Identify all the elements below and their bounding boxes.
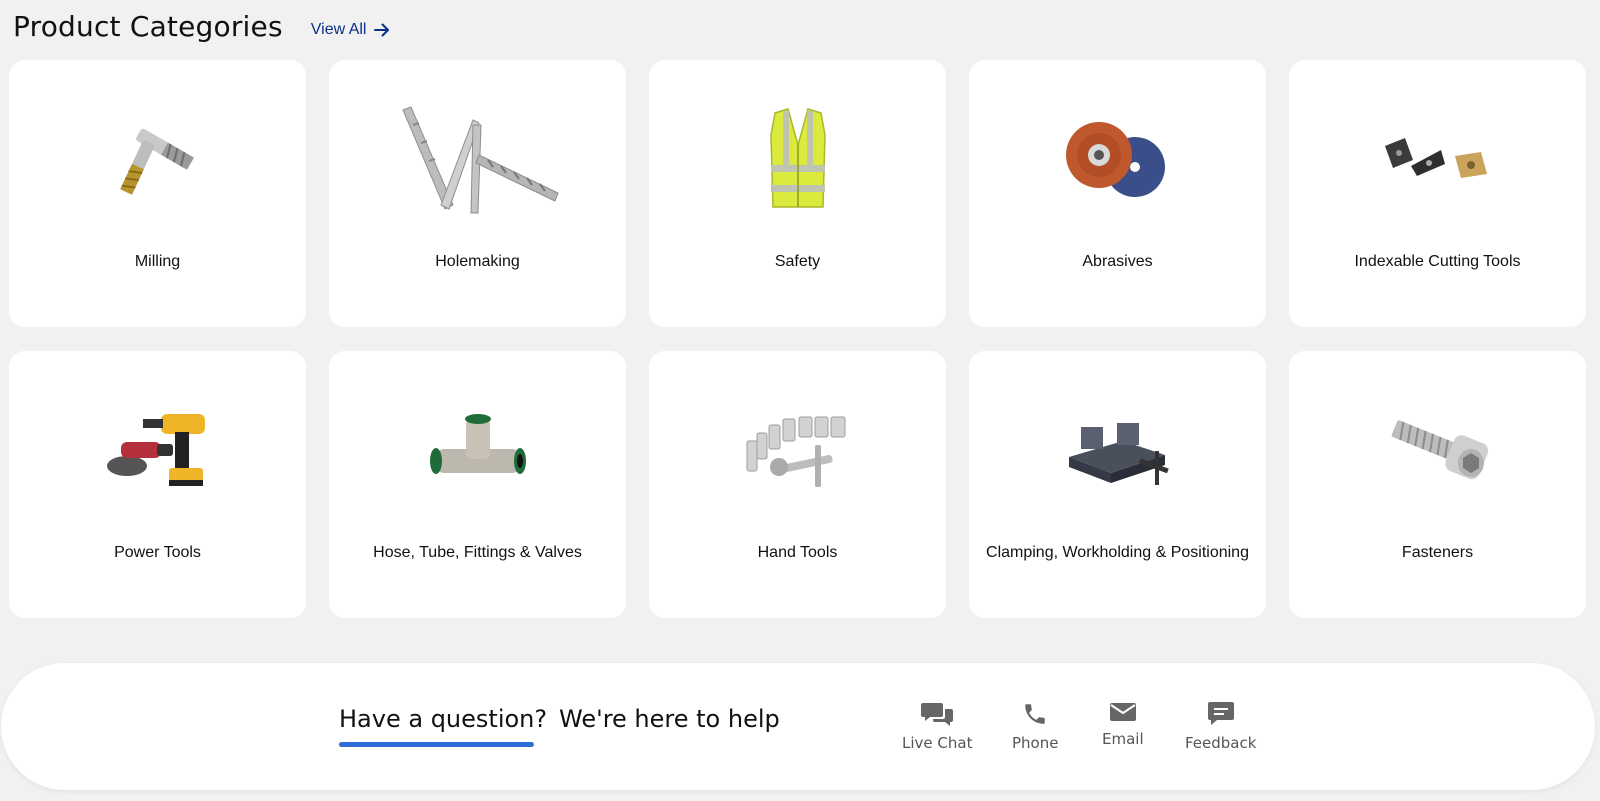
phone-button[interactable]: Phone (1012, 701, 1058, 752)
email-button[interactable]: Email (1102, 701, 1144, 748)
page-title: Product Categories (13, 10, 283, 43)
email-icon (1109, 703, 1136, 721)
contact-label: Feedback (1185, 734, 1257, 752)
category-card-indexable-cutting-tools[interactable]: Indexable Cutting Tools (1289, 60, 1586, 327)
drill-bits-image (329, 100, 626, 220)
category-card-abrasives[interactable]: Abrasives (969, 60, 1266, 327)
view-all-label: View All (310, 20, 367, 38)
view-all-link[interactable]: View All (311, 21, 391, 39)
category-label: Hand Tools (757, 544, 838, 561)
category-label: Abrasives (1082, 253, 1153, 270)
category-label: Safety (774, 253, 821, 270)
category-label: Hose, Tube, Fittings & Valves (373, 544, 582, 561)
category-label: Holemaking (435, 253, 520, 270)
safety-vest-image (649, 100, 946, 220)
category-card-hand-tools[interactable]: Hand Tools (649, 351, 946, 618)
power-tools-image (9, 391, 306, 511)
tee-fitting-image (329, 391, 626, 511)
category-label: Clamping, Workholding & Positioning (986, 544, 1249, 561)
vise-image (969, 391, 1266, 511)
socket-set-image (649, 391, 946, 511)
category-card-milling[interactable]: Milling (9, 60, 306, 327)
category-card-fasteners[interactable]: Fasteners (1289, 351, 1586, 618)
contact-label: Live Chat (902, 734, 973, 752)
category-card-safety[interactable]: Safety (649, 60, 946, 327)
live-chat-button[interactable]: Live Chat (902, 701, 972, 752)
contact-label: Phone (1012, 734, 1059, 752)
feedback-button[interactable]: Feedback (1185, 701, 1256, 752)
tab-have-a-question[interactable]: Have a question? (339, 705, 547, 733)
chat-icon (921, 703, 954, 726)
socket-cap-screw-image (1289, 391, 1586, 511)
category-card-clamping-workholding-positioning[interactable]: Clamping, Workholding & Positioning (969, 351, 1266, 618)
category-label: Power Tools (114, 544, 201, 561)
arrow-right-icon (374, 23, 390, 36)
active-tab-indicator (339, 742, 534, 747)
carbide-inserts-image (1289, 100, 1586, 220)
contact-label: Email (1102, 730, 1144, 748)
feedback-icon (1207, 702, 1234, 725)
end-mill-image (9, 100, 306, 220)
category-card-hose-tube-fittings-valves[interactable]: Hose, Tube, Fittings & Valves (329, 351, 626, 618)
help-bar: Have a question? We're here to help Live… (1, 663, 1595, 790)
category-label: Milling (134, 253, 181, 270)
flap-discs-image (969, 100, 1266, 220)
phone-icon (1025, 704, 1045, 724)
category-card-holemaking[interactable]: Holemaking (329, 60, 626, 327)
tab-here-to-help[interactable]: We're here to help (559, 705, 780, 733)
category-label: Indexable Cutting Tools (1354, 253, 1521, 270)
category-grid: Milling Holemaking Safety Abrasives Inde… (9, 60, 1587, 618)
category-label: Fasteners (1401, 544, 1474, 561)
section-header: Product Categories View All (13, 10, 390, 43)
category-card-power-tools[interactable]: Power Tools (9, 351, 306, 618)
